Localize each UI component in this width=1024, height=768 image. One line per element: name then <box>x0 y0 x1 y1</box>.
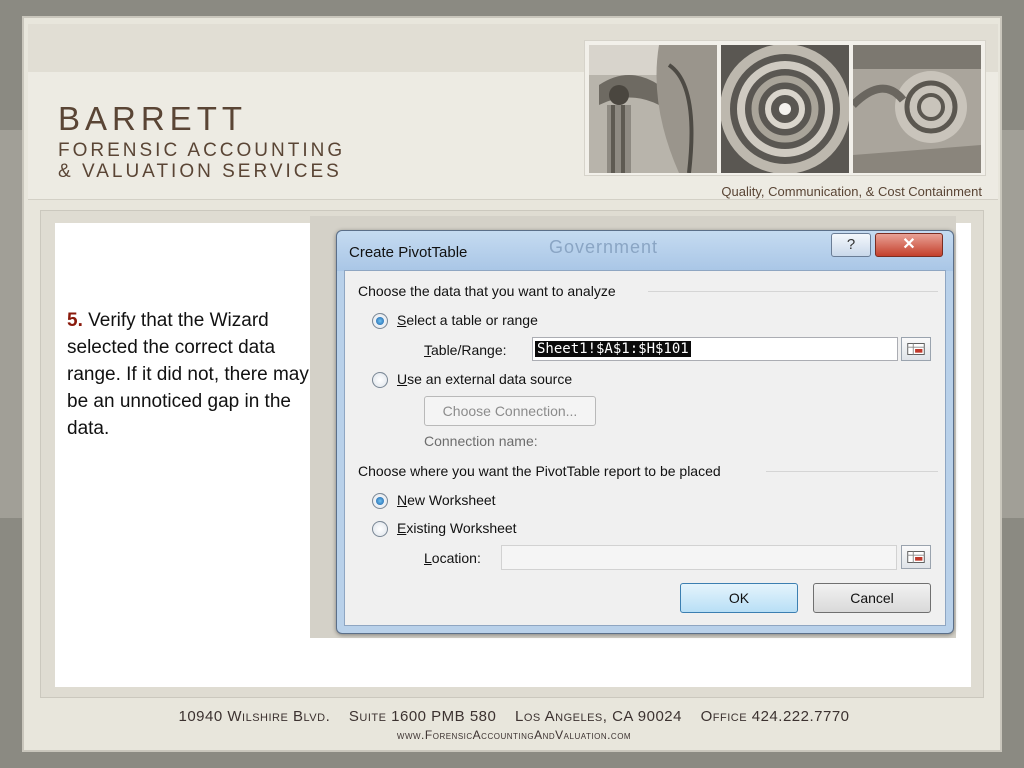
slide-header: BARRETT FORENSIC ACCOUNTING & VALUATION … <box>28 24 998 200</box>
help-button[interactable]: ? <box>831 233 871 257</box>
location-input[interactable] <box>501 545 897 570</box>
range-picker-icon <box>907 551 925 563</box>
photo-ionic-scroll <box>853 45 981 173</box>
ok-button[interactable]: OK <box>680 583 798 613</box>
placement-group-label: Choose where you want the PivotTable rep… <box>358 463 721 479</box>
existing-worksheet-accel: E <box>397 520 407 536</box>
table-range-label: Table/Range: <box>424 342 507 358</box>
radio-external-source[interactable] <box>372 372 388 388</box>
location-label: Location: <box>424 550 481 566</box>
table-range-accel: T <box>424 342 431 358</box>
external-source-accel: U <box>397 371 408 387</box>
analyze-group-label: Choose the data that you want to analyze <box>358 283 616 299</box>
table-range-picker-button[interactable] <box>901 337 931 361</box>
radio-existing-worksheet[interactable] <box>372 521 388 537</box>
photo-spiral-staircase <box>721 45 849 173</box>
location-accel: L <box>424 550 432 566</box>
instruction-text: 5. Verify that the Wizard selected the c… <box>67 307 329 442</box>
connection-name-label: Connection name: <box>424 433 538 449</box>
external-source-label[interactable]: Use an external data source <box>397 371 572 387</box>
logo-name: BARRETT <box>58 100 248 137</box>
radio-select-table[interactable] <box>372 313 388 329</box>
range-picker-icon <box>907 343 925 355</box>
close-button[interactable]: ✕ <box>875 233 943 257</box>
existing-worksheet-label[interactable]: Existing Worksheet <box>397 520 517 536</box>
table-range-input[interactable]: Sheet1!$A$1:$H$101 <box>532 337 898 361</box>
close-x-icon: ✕ <box>902 236 916 253</box>
external-source-label-rest: se an external data source <box>407 371 573 387</box>
step-number: 5. <box>67 310 83 331</box>
question-mark-icon: ? <box>846 236 856 253</box>
select-table-label-accel: S <box>397 312 407 328</box>
instruction-body: Verify that the Wizard selected the corr… <box>67 310 309 439</box>
existing-worksheet-label-rest: xisting Worksheet <box>406 520 517 536</box>
dialog-title: Create PivotTable <box>349 244 468 261</box>
placement-group-divider <box>766 471 938 472</box>
tagline: Quality, Communication, & Cost Containme… <box>721 184 982 199</box>
radio-new-worksheet[interactable] <box>372 493 388 509</box>
dialog-titlebar: Government Create PivotTable ? ✕ <box>337 231 953 271</box>
footer-url: www.ForensicAccountingAndValuation.com <box>396 728 632 742</box>
frame-band-left <box>0 130 22 518</box>
new-worksheet-label-rest: ew Worksheet <box>407 492 496 508</box>
select-table-label[interactable]: Select a table or range <box>397 312 538 328</box>
choose-connection-button[interactable]: Choose Connection... <box>424 396 596 426</box>
location-label-rest: ocation: <box>431 550 481 566</box>
header-photos <box>584 40 986 176</box>
background-sheet-text: Government <box>549 237 659 257</box>
logo-subtitle-2: & VALUATION SERVICES <box>58 161 342 182</box>
frame-band-right <box>1002 130 1024 518</box>
table-range-label-rest: able/Range: <box>431 342 507 358</box>
photo-column-capital <box>589 45 717 173</box>
select-table-label-rest: elect a table or range <box>406 312 538 328</box>
location-picker-button[interactable] <box>901 545 931 569</box>
new-worksheet-label[interactable]: New Worksheet <box>397 492 496 508</box>
table-range-value: Sheet1!$A$1:$H$101 <box>535 341 691 357</box>
logo-subtitle-1: FORENSIC ACCOUNTING <box>58 140 346 161</box>
cancel-button[interactable]: Cancel <box>813 583 931 613</box>
new-worksheet-accel: N <box>397 492 408 508</box>
analyze-group-divider <box>648 291 938 292</box>
footer-address: 10940 Wilshire Blvd. Suite 1600 PMB 580 … <box>178 708 850 725</box>
